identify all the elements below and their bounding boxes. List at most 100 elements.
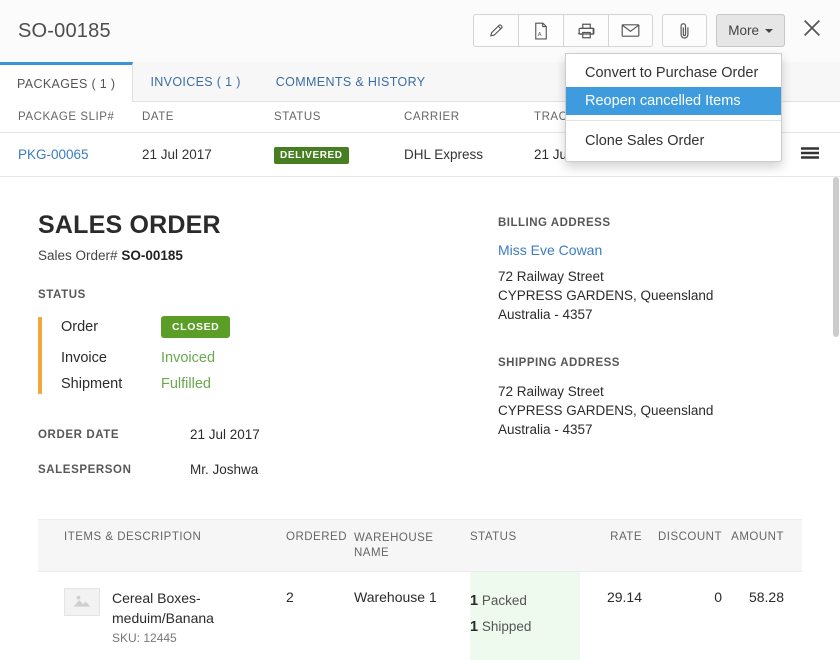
status-badge: DELIVERED	[274, 147, 349, 164]
print-button[interactable]	[563, 14, 608, 47]
pdf-icon: A	[533, 22, 549, 40]
document-scroll-area[interactable]: SALES ORDER Sales Order# SO-00185 STATUS…	[0, 176, 840, 660]
sales-order-document: SALES ORDER Sales Order# SO-00185 STATUS…	[0, 177, 840, 660]
item-amount: 58.28	[722, 572, 802, 660]
status-row-order: Order CLOSED	[61, 314, 498, 340]
item-warehouse: Warehouse 1	[354, 572, 470, 660]
status-badge-cell: DELIVERED	[274, 146, 404, 164]
status-invoice-value: Invoiced	[161, 350, 215, 366]
status-invoice-label: Invoice	[61, 350, 161, 366]
edit-button[interactable]	[473, 14, 518, 47]
status-shipment-label: Shipment	[61, 376, 161, 392]
column-amount: AMOUNT	[722, 531, 802, 561]
status-row-shipment: Shipment Fulfilled	[61, 371, 498, 397]
billing-line-2: CYPRESS GARDENS, Queensland	[498, 286, 802, 305]
pdf-button[interactable]: A	[518, 14, 563, 47]
billing-contact-link[interactable]: Miss Eve Cowan	[498, 242, 802, 258]
menu-item-reopen-cancelled-items[interactable]: Reopen cancelled Items	[566, 87, 781, 115]
tab-packages-label: PACKAGES ( 1 )	[17, 77, 115, 91]
shipping-address-lines: 72 Railway Street CYPRESS GARDENS, Queen…	[498, 382, 802, 439]
item-ordered-qty: 2	[286, 572, 354, 660]
status-order-badge: CLOSED	[161, 316, 230, 338]
items-table-row: Cereal Boxes-meduim/Banana SKU: 12445 2 …	[38, 572, 802, 660]
shipping-address-title: SHIPPING ADDRESS	[498, 357, 802, 369]
column-ordered: ORDERED	[286, 531, 354, 561]
close-icon	[801, 17, 823, 44]
sales-order-number-line: Sales Order# SO-00185	[38, 248, 498, 263]
toolbar-button-group: A	[473, 14, 653, 47]
close-button[interactable]	[798, 17, 826, 45]
tab-comments-history-label: COMMENTS & HISTORY	[276, 75, 426, 89]
order-date-row: ORDER DATE 21 Jul 2017	[38, 427, 498, 442]
menu-item-clone-sales-order[interactable]: Clone Sales Order	[566, 127, 781, 155]
shipping-line-3: Australia - 4357	[498, 420, 802, 439]
email-icon	[621, 23, 640, 38]
row-menu-icon[interactable]	[800, 146, 820, 163]
vertical-scrollbar[interactable]	[833, 177, 839, 337]
column-rate: RATE	[580, 531, 642, 561]
items-table-header: ITEMS & DESCRIPTION ORDERED WAREHOUSE NA…	[38, 519, 802, 572]
document-top-section: SALES ORDER Sales Order# SO-00185 STATUS…	[38, 211, 802, 477]
billing-address-lines: 72 Railway Street CYPRESS GARDENS, Queen…	[498, 267, 802, 324]
item-discount: 0	[642, 572, 722, 660]
column-status: STATUS	[274, 111, 404, 123]
sales-order-number-value: SO-00185	[121, 248, 183, 263]
package-slip-link[interactable]: PKG-00065	[0, 147, 142, 162]
status-section-label: STATUS	[38, 289, 498, 301]
item-status-packed: 1 Packed	[470, 588, 580, 614]
tab-invoices-label: INVOICES ( 1 )	[150, 75, 240, 89]
billing-address-block: BILLING ADDRESS Miss Eve Cowan 72 Railwa…	[498, 217, 802, 324]
item-status-packed-label: Packed	[482, 593, 527, 608]
billing-line-1: 72 Railway Street	[498, 267, 802, 286]
item-rate: 29.14	[580, 572, 642, 660]
item-status-shipped-qty: 1	[470, 619, 478, 635]
item-status-shipped-label: Shipped	[482, 619, 532, 634]
attachment-button[interactable]	[662, 14, 707, 47]
document-right-column: BILLING ADDRESS Miss Eve Cowan 72 Railwa…	[498, 211, 802, 477]
tab-invoices[interactable]: INVOICES ( 1 )	[133, 62, 258, 101]
email-button[interactable]	[608, 14, 653, 47]
shipping-line-2: CYPRESS GARDENS, Queensland	[498, 401, 802, 420]
package-date: 21 Jul 2017	[142, 147, 274, 162]
tab-packages[interactable]: PACKAGES ( 1 )	[0, 62, 133, 102]
salesperson-value: Mr. Joshwa	[190, 462, 258, 477]
menu-item-convert-to-purchase-order[interactable]: Convert to Purchase Order	[566, 59, 781, 87]
shipping-address-block: SHIPPING ADDRESS 72 Railway Street CYPRE…	[498, 357, 802, 439]
menu-divider	[566, 120, 781, 121]
more-button-label: More	[728, 23, 759, 38]
more-dropdown-menu: Convert to Purchase Order Reopen cancell…	[565, 53, 782, 162]
item-text: Cereal Boxes-meduim/Banana SKU: 12445	[112, 588, 286, 660]
item-status-shipped: 1 Shipped	[470, 614, 580, 640]
svg-text:A: A	[538, 31, 542, 37]
column-item-status: STATUS	[470, 531, 580, 561]
order-date-value: 21 Jul 2017	[190, 427, 260, 442]
attachment-button-group	[662, 14, 707, 47]
salesperson-label: SALESPERSON	[38, 464, 190, 476]
image-placeholder-icon	[72, 593, 92, 611]
page-title: SO-00185	[18, 20, 111, 43]
status-accent-bar	[38, 317, 42, 394]
package-carrier: DHL Express	[404, 147, 534, 162]
item-status-highlight: 1 Packed 1 Shipped	[470, 572, 580, 660]
item-thumbnail	[64, 588, 100, 616]
more-button[interactable]: More	[716, 14, 785, 47]
status-list: Order CLOSED Invoice Invoiced Shipment F…	[38, 314, 498, 397]
salesperson-row: SALESPERSON Mr. Joshwa	[38, 462, 498, 477]
column-date: DATE	[142, 111, 274, 123]
item-sku: SKU: 12445	[112, 631, 286, 645]
column-warehouse-name: WAREHOUSE NAME	[354, 531, 470, 561]
billing-address-title: BILLING ADDRESS	[498, 217, 802, 229]
item-status-packed-qty: 1	[470, 593, 478, 609]
items-table: ITEMS & DESCRIPTION ORDERED WAREHOUSE NA…	[38, 519, 802, 660]
document-heading: SALES ORDER	[38, 211, 498, 240]
document-left-column: SALES ORDER Sales Order# SO-00185 STATUS…	[38, 211, 498, 477]
order-date-label: ORDER DATE	[38, 429, 190, 441]
action-toolbar: A	[473, 14, 826, 47]
column-package-slip: PACKAGE SLIP#	[0, 111, 142, 123]
status-shipment-value: Fulfilled	[161, 376, 211, 392]
tab-comments-history[interactable]: COMMENTS & HISTORY	[259, 62, 444, 101]
sales-order-detail-page: SO-00185 A	[0, 0, 840, 660]
status-row-invoice: Invoice Invoiced	[61, 345, 498, 371]
item-status-cell: 1 Packed 1 Shipped	[470, 572, 580, 660]
edit-icon	[488, 22, 505, 39]
